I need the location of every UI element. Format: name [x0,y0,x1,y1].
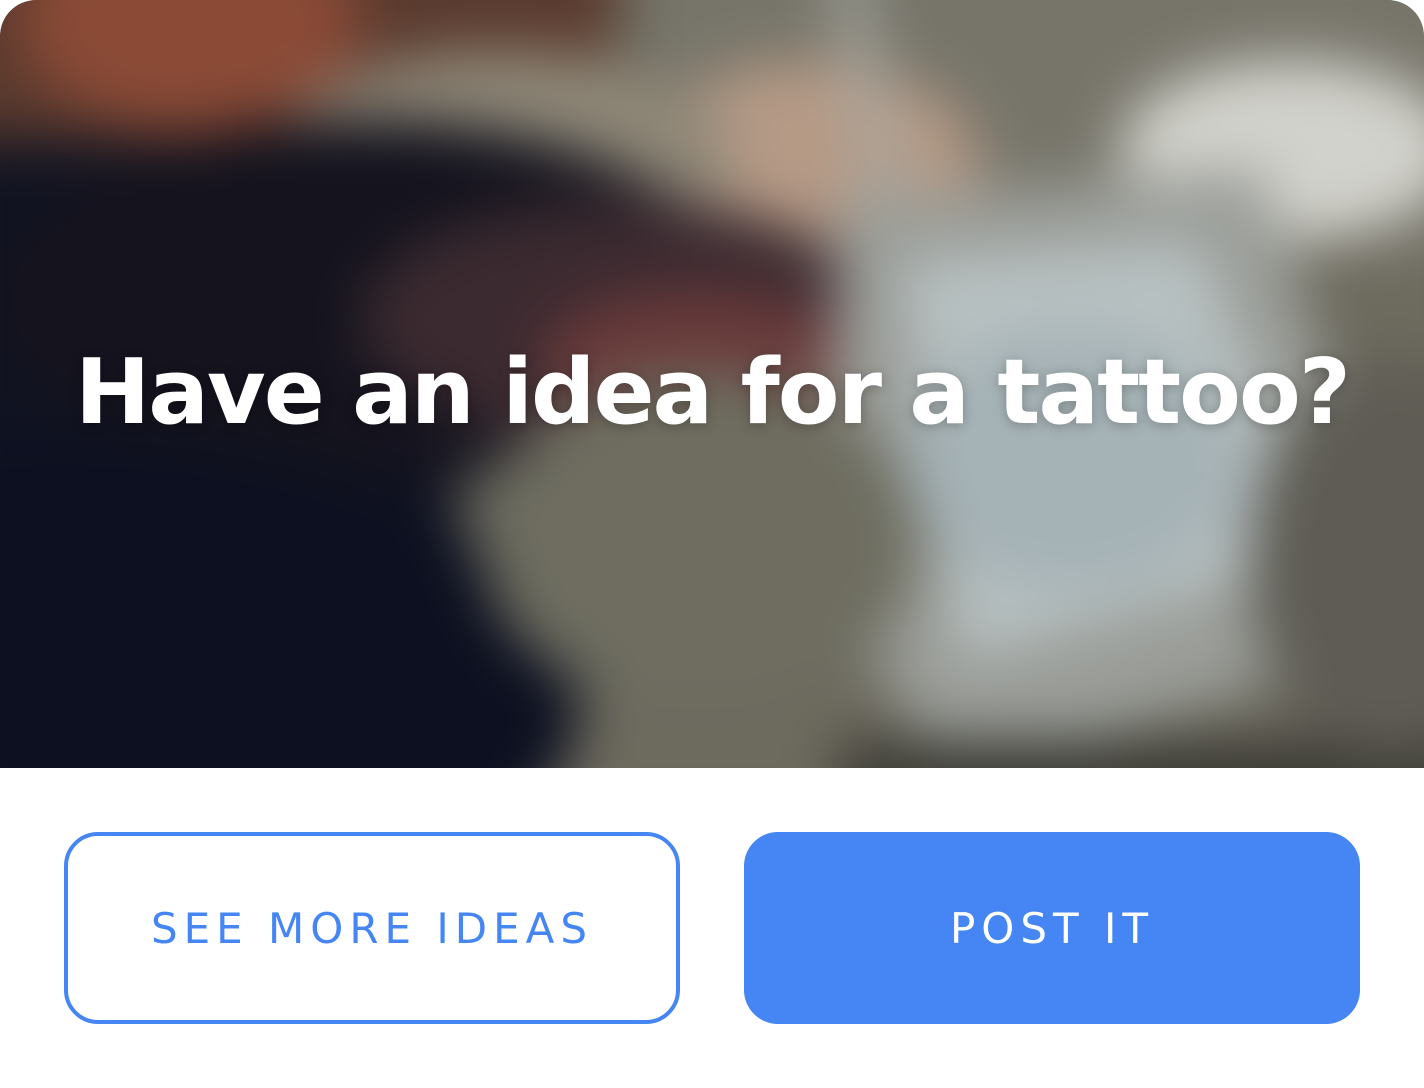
see-more-ideas-label: SEE MORE IDEAS [150,903,594,953]
tattoo-idea-card: Have an idea for a tattoo? SEE MORE IDEA… [0,0,1424,1088]
post-it-button[interactable]: POST IT [744,832,1360,1024]
post-it-label: POST IT [949,903,1155,953]
action-bar: SEE MORE IDEAS POST IT [0,768,1424,1088]
see-more-ideas-button[interactable]: SEE MORE IDEAS [64,832,680,1024]
hero-banner: Have an idea for a tattoo? [0,0,1424,768]
hero-title: Have an idea for a tattoo? [74,340,1351,445]
